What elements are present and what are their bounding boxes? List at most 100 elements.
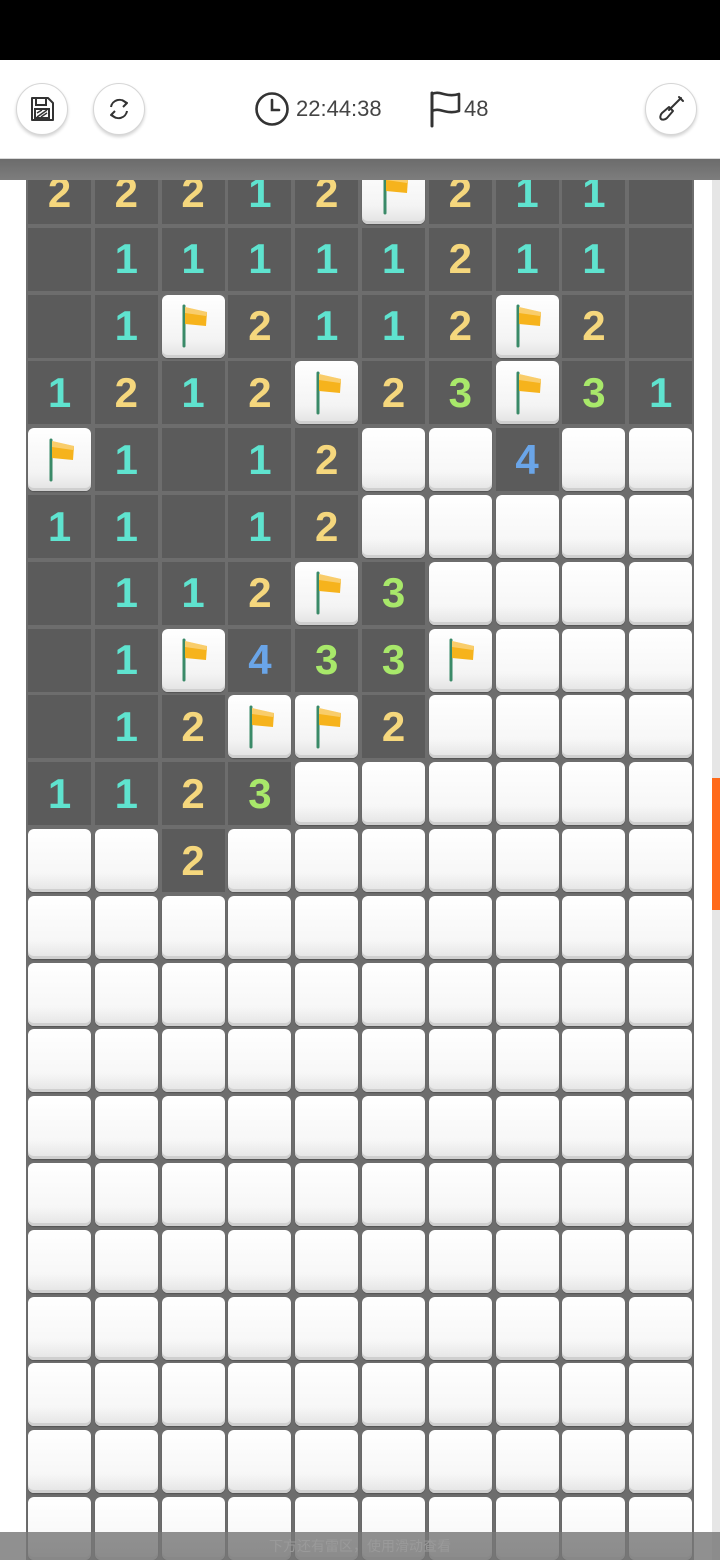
covered-cell[interactable] (362, 1029, 425, 1093)
covered-cell[interactable] (495, 1096, 559, 1160)
covered-cell[interactable] (562, 1430, 626, 1494)
number-cell[interactable]: 1 (28, 361, 91, 425)
covered-cell[interactable] (562, 829, 626, 892)
restart-button[interactable] (93, 83, 145, 135)
covered-cell[interactable] (228, 829, 292, 892)
covered-cell[interactable] (629, 895, 693, 959)
covered-cell[interactable] (428, 1296, 492, 1360)
scroll-thumb[interactable] (712, 778, 720, 910)
covered-cell[interactable] (495, 628, 559, 692)
covered-cell[interactable] (28, 1096, 91, 1160)
covered-cell[interactable] (495, 1029, 559, 1093)
number-cell[interactable]: 1 (94, 294, 158, 358)
revealed-empty-cell[interactable] (28, 628, 91, 692)
covered-cell[interactable] (295, 1096, 359, 1160)
covered-cell[interactable] (629, 428, 693, 492)
covered-cell[interactable] (161, 1430, 225, 1494)
covered-cell[interactable] (629, 1363, 693, 1427)
covered-cell[interactable] (94, 1296, 158, 1360)
covered-cell[interactable] (362, 895, 425, 959)
covered-cell[interactable] (28, 962, 91, 1026)
covered-cell[interactable] (28, 1430, 91, 1494)
flagged-cell[interactable] (495, 294, 559, 358)
flagged-cell[interactable] (161, 628, 225, 692)
covered-cell[interactable] (94, 962, 158, 1026)
covered-cell[interactable] (295, 962, 359, 1026)
number-cell[interactable]: 2 (161, 695, 225, 759)
flagged-cell[interactable] (295, 561, 359, 625)
covered-cell[interactable] (562, 1096, 626, 1160)
covered-cell[interactable] (362, 962, 425, 1026)
covered-cell[interactable] (228, 1163, 292, 1226)
covered-cell[interactable] (28, 1229, 91, 1293)
covered-cell[interactable] (362, 428, 425, 492)
covered-cell[interactable] (228, 1029, 292, 1093)
covered-cell[interactable] (295, 1229, 359, 1293)
covered-cell[interactable] (295, 1430, 359, 1494)
covered-cell[interactable] (428, 428, 492, 492)
number-cell[interactable]: 2 (562, 294, 626, 358)
covered-cell[interactable] (161, 1296, 225, 1360)
covered-cell[interactable] (562, 695, 626, 759)
number-cell[interactable]: 1 (228, 428, 292, 492)
revealed-empty-cell[interactable] (161, 428, 225, 492)
number-cell[interactable]: 1 (495, 227, 559, 291)
number-cell[interactable]: 1 (94, 495, 158, 558)
covered-cell[interactable] (495, 1296, 559, 1360)
covered-cell[interactable] (161, 1229, 225, 1293)
number-cell[interactable]: 2 (362, 361, 425, 425)
covered-cell[interactable] (295, 829, 359, 892)
covered-cell[interactable] (562, 561, 626, 625)
covered-cell[interactable] (629, 495, 693, 558)
revealed-empty-cell[interactable] (28, 695, 91, 759)
covered-cell[interactable] (295, 762, 359, 826)
number-cell[interactable]: 1 (629, 361, 693, 425)
covered-cell[interactable] (228, 1363, 292, 1427)
flagged-cell[interactable] (228, 695, 292, 759)
covered-cell[interactable] (28, 1296, 91, 1360)
covered-cell[interactable] (562, 628, 626, 692)
number-cell[interactable]: 4 (228, 628, 292, 692)
save-button[interactable] (16, 83, 68, 135)
covered-cell[interactable] (161, 962, 225, 1026)
covered-cell[interactable] (94, 1096, 158, 1160)
covered-cell[interactable] (495, 1363, 559, 1427)
covered-cell[interactable] (94, 895, 158, 959)
number-cell[interactable]: 2 (228, 294, 292, 358)
covered-cell[interactable] (161, 1163, 225, 1226)
number-cell[interactable]: 3 (562, 361, 626, 425)
covered-cell[interactable] (629, 628, 693, 692)
number-cell[interactable]: 2 (362, 695, 425, 759)
covered-cell[interactable] (629, 1096, 693, 1160)
number-cell[interactable]: 3 (228, 762, 292, 826)
covered-cell[interactable] (428, 1163, 492, 1226)
number-cell[interactable]: 2 (295, 495, 359, 558)
covered-cell[interactable] (362, 829, 425, 892)
covered-cell[interactable] (228, 1229, 292, 1293)
covered-cell[interactable] (362, 1096, 425, 1160)
covered-cell[interactable] (161, 1096, 225, 1160)
covered-cell[interactable] (94, 1363, 158, 1427)
covered-cell[interactable] (562, 495, 626, 558)
covered-cell[interactable] (629, 695, 693, 759)
covered-cell[interactable] (295, 1163, 359, 1226)
covered-cell[interactable] (495, 829, 559, 892)
number-cell[interactable]: 1 (94, 227, 158, 291)
number-cell[interactable]: 1 (295, 294, 359, 358)
covered-cell[interactable] (228, 962, 292, 1026)
covered-cell[interactable] (28, 1029, 91, 1093)
number-cell[interactable]: 1 (161, 227, 225, 291)
covered-cell[interactable] (428, 829, 492, 892)
number-cell[interactable]: 2 (295, 428, 359, 492)
number-cell[interactable]: 1 (228, 227, 292, 291)
revealed-empty-cell[interactable] (629, 294, 693, 358)
number-cell[interactable]: 1 (161, 561, 225, 625)
covered-cell[interactable] (228, 1296, 292, 1360)
covered-cell[interactable] (161, 1029, 225, 1093)
number-cell[interactable]: 3 (295, 628, 359, 692)
covered-cell[interactable] (362, 1163, 425, 1226)
number-cell[interactable]: 1 (94, 762, 158, 826)
number-cell[interactable]: 3 (362, 628, 425, 692)
covered-cell[interactable] (562, 1029, 626, 1093)
covered-cell[interactable] (28, 1363, 91, 1427)
